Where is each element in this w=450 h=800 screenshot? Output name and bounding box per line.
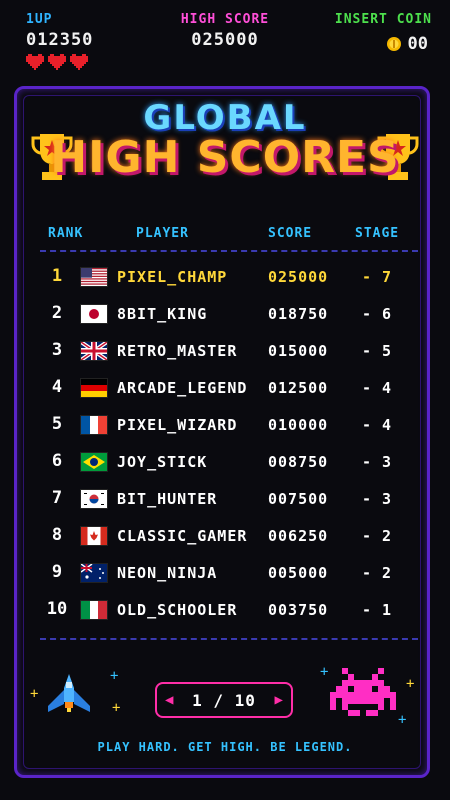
- hud-bar: 1UP 012350 HIGH SCORE 025000 INSERT COIN…: [0, 0, 450, 80]
- column-header-stage: STAGE: [355, 226, 400, 241]
- stage-cell: - 4: [362, 379, 393, 397]
- spaceship-icon: [48, 674, 90, 712]
- score-cell: 005000: [268, 564, 329, 582]
- table-row[interactable]: 6 JOY_STICK 008750 - 3: [0, 443, 450, 479]
- flag-it-icon: [80, 600, 108, 620]
- score-cell: 003750: [268, 601, 329, 619]
- stage-cell: - 4: [362, 416, 393, 434]
- player-name: OLD_SCHOOLER: [117, 601, 238, 619]
- coin-counter: 00: [386, 34, 428, 54]
- column-header-score: SCORE: [268, 226, 313, 241]
- stage-cell: - 2: [362, 564, 393, 582]
- stage-cell: - 3: [362, 490, 393, 508]
- rank-cell: 5: [51, 414, 63, 434]
- heart-icon: [26, 54, 44, 70]
- player-name: ARCADE_LEGEND: [117, 379, 248, 397]
- stage-cell: - 5: [362, 342, 393, 360]
- flag-jp-icon: [80, 304, 108, 324]
- insert-coin-label[interactable]: INSERT COIN: [335, 12, 432, 27]
- flag-au-icon: [80, 563, 108, 583]
- rank-cell: 8: [51, 525, 63, 545]
- player-name: 8BIT_KING: [117, 305, 208, 323]
- player-name: RETRO_MASTER: [117, 342, 238, 360]
- table-row[interactable]: 5 PIXEL_WIZARD 010000 - 4: [0, 406, 450, 442]
- score-cell: 007500: [268, 490, 329, 508]
- sparkle-icon: +: [112, 700, 121, 716]
- stage-cell: - 1: [362, 601, 393, 619]
- page-selector: ◀ 1 / 10 ▶: [155, 682, 293, 718]
- table-row[interactable]: 1 PIXEL_CHAMP 025000 - 7: [0, 258, 450, 294]
- flag-ca-icon: [80, 526, 108, 546]
- rank-cell: 4: [51, 377, 63, 397]
- player-name: BIT_HUNTER: [117, 490, 218, 508]
- score-cell: 010000: [268, 416, 329, 434]
- flag-fr-icon: [80, 415, 108, 435]
- coin-count: 00: [407, 34, 428, 54]
- table-row[interactable]: 10 OLD_SCHOOLER 003750 - 1: [0, 591, 450, 627]
- rank-cell: 3: [51, 340, 63, 360]
- player-name: PIXEL_WIZARD: [117, 416, 238, 434]
- table-row[interactable]: 7 BIT_HUNTER 007500 - 3: [0, 480, 450, 516]
- sparkle-icon: +: [110, 668, 119, 684]
- divider: [40, 638, 418, 640]
- sparkle-icon: +: [30, 686, 39, 702]
- space-invader-icon: [330, 668, 396, 716]
- score-cell: 006250: [268, 527, 329, 545]
- table-row[interactable]: 3 RETRO_MASTER 015000 - 5: [0, 332, 450, 368]
- rank-cell: 2: [51, 303, 63, 323]
- heart-icon: [48, 54, 66, 70]
- sparkle-icon: +: [406, 676, 415, 692]
- score-cell: 015000: [268, 342, 329, 360]
- score-cell: 008750: [268, 453, 329, 471]
- player-name: CLASSIC_GAMER: [117, 527, 248, 545]
- score-cell: 025000: [268, 268, 329, 286]
- tagline: PLAY HARD. GET HIGH. BE LEGEND.: [97, 740, 353, 754]
- score-cell: 012500: [268, 379, 329, 397]
- flag-br-icon: [80, 452, 108, 472]
- flag-gb-icon: [79, 340, 109, 362]
- prev-arrow-icon[interactable]: ◀: [165, 692, 173, 708]
- table-row[interactable]: 2 8BIT_KING 018750 - 6: [0, 295, 450, 331]
- stage-cell: - 6: [362, 305, 393, 323]
- flag-kr-icon: [80, 489, 108, 509]
- heart-icon: [70, 54, 88, 70]
- next-arrow-icon[interactable]: ▶: [275, 692, 283, 708]
- flag-de-icon: [80, 378, 108, 398]
- player-name: JOY_STICK: [117, 453, 208, 471]
- stage-cell: - 7: [362, 268, 393, 286]
- rank-cell: 10: [46, 599, 68, 619]
- rank-cell: 7: [51, 488, 63, 508]
- high-score-value: 025000: [191, 30, 259, 50]
- rank-cell: 9: [51, 562, 63, 582]
- player-name: NEON_NINJA: [117, 564, 218, 582]
- title-high-scores: HIGH SCORES: [50, 132, 400, 183]
- score-cell: 018750: [268, 305, 329, 323]
- stage-cell: - 3: [362, 453, 393, 471]
- coin-icon: [386, 37, 401, 51]
- page-indicator: 1 / 10: [192, 690, 256, 710]
- player-name: PIXEL_CHAMP: [117, 268, 228, 286]
- rank-cell: 6: [51, 451, 63, 471]
- lives-display: [26, 54, 88, 70]
- sparkle-icon: +: [398, 712, 407, 728]
- sparkle-icon: +: [320, 664, 329, 680]
- table-row[interactable]: 9 NEON_NINJA 005000 - 2: [0, 554, 450, 590]
- divider: [40, 250, 418, 252]
- table-row[interactable]: 4 ARCADE_LEGEND 012500 - 4: [0, 369, 450, 405]
- column-header-rank: RANK: [48, 226, 84, 241]
- column-header-player: PLAYER: [136, 226, 189, 241]
- rank-cell: 1: [51, 266, 63, 286]
- table-row[interactable]: 8 CLASSIC_GAMER 006250 - 2: [0, 517, 450, 553]
- flag-us-icon: [80, 267, 108, 287]
- stage-cell: - 2: [362, 527, 393, 545]
